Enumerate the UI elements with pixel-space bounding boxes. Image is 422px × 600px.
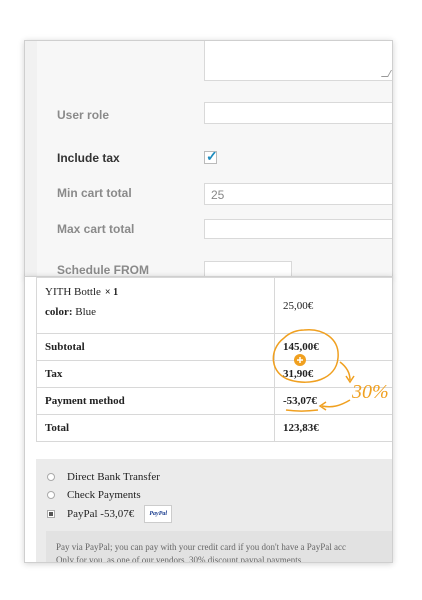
product-cell: YITH Bottle × 1 color: Blue [36,277,275,334]
schedule-from-label: Schedule FROM [57,263,150,277]
radio-check-payments[interactable] [47,491,55,499]
checkmark-icon: ✓ [206,148,218,164]
max-cart-total-label: Max cart total [57,222,135,236]
color-label: color: [45,306,73,318]
payment-method-label: Payment method [36,387,275,415]
payment-option-label: PayPal -53,07€ [67,508,135,520]
color-value: Blue [75,306,97,318]
min-cart-total-label: Min cart total [57,186,132,200]
radio-paypal[interactable] [47,510,55,518]
total-label: Total [36,414,275,442]
payment-option-bank[interactable]: Direct Bank Transfer [47,471,160,483]
user-role-label: User role [57,108,110,122]
description-textarea[interactable] [204,41,392,81]
settings-form: User role Include tax ✓ Min cart total 2… [37,41,392,277]
payment-option-check[interactable]: Check Payments [47,489,141,501]
payment-option-label: Check Payments [67,489,141,501]
product-name: YITH Bottle [45,286,101,298]
discount-settings-panel: User role Include tax ✓ Min cart total 2… [24,40,393,278]
tax-label: Tax [36,360,275,388]
annotation-circle [272,329,339,383]
radio-bank-transfer[interactable] [47,473,55,481]
paypal-description: Pay via PayPal; you can pay with your cr… [56,541,392,563]
paypal-logo-icon: PayPal [144,505,173,523]
annotation-text: 30% [351,381,389,403]
payment-option-paypal[interactable]: PayPal -53,07€ PayPal [47,505,173,523]
paypal-description-line-2: Only for you, as one of our vendors, 30%… [56,555,302,563]
payment-option-label: Direct Bank Transfer [67,471,160,483]
user-role-input[interactable] [204,102,392,124]
resize-handle-icon[interactable] [380,70,392,77]
payment-methods-box: Direct Bank Transfer Check Payments PayP… [36,459,392,563]
include-tax-label: Include tax [57,151,120,165]
annotation-arrow-down [339,361,351,381]
annotation-underline [285,409,319,412]
product-qty: × 1 [104,287,119,298]
subtotal-label: Subtotal [36,333,275,361]
annotation-arrow-left [321,399,351,408]
min-cart-total-input[interactable]: 25 [204,183,392,205]
product-variation: color: Blue [45,306,266,318]
include-tax-checkbox[interactable]: ✓ [204,148,218,164]
discount-annotation: 30% [272,329,389,412]
paypal-description-line-1: Pay via PayPal; you can pay with your cr… [56,542,347,552]
max-cart-total-input[interactable] [204,219,392,239]
